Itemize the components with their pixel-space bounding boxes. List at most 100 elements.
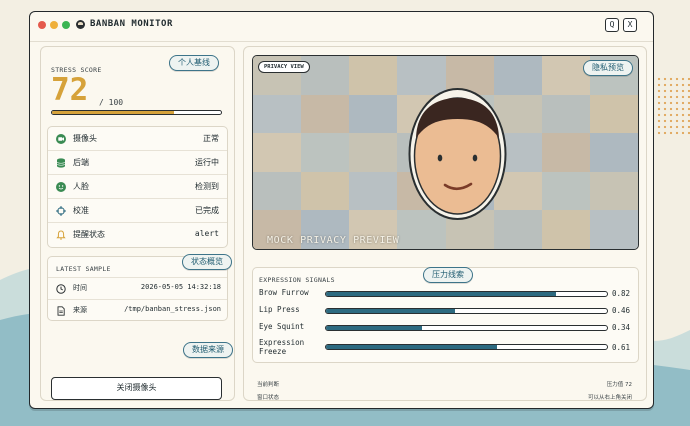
- sample-value: /tmp/banban_stress.json: [124, 305, 221, 313]
- sample-value: 2026-05-05 14:32:18: [140, 283, 221, 291]
- status-label: 提醒状态: [73, 230, 105, 239]
- status-row-alert: 提醒状态 alert: [48, 223, 227, 247]
- status-row-calibration: 校准 已完成: [48, 199, 227, 223]
- mosaic-tile: [301, 56, 350, 95]
- latest-sample-box: LATEST SAMPLE 状态概览 时间 2026-05-05 14:32:1…: [47, 254, 232, 321]
- expression-label: Brow Furrow: [259, 288, 309, 297]
- mosaic-tile: [301, 94, 350, 134]
- mosaic-tile: [301, 171, 350, 211]
- expression-row: Expression Freeze 0.61: [259, 338, 634, 360]
- expression-row: Lip Press 0.46: [259, 305, 634, 319]
- bell-icon: [56, 230, 66, 240]
- status-value: 检测到: [195, 182, 219, 191]
- app-logo-icon: [76, 20, 85, 29]
- status-row-face: 人脸 检测到: [48, 175, 227, 199]
- expression-value: 0.34: [611, 323, 630, 332]
- stress-score-max: / 100: [99, 98, 124, 107]
- stress-score-bar: [51, 110, 222, 115]
- mosaic-tile: [253, 171, 302, 211]
- crosshair-icon: [56, 206, 66, 216]
- personal-baseline-button[interactable]: 个人基线: [169, 55, 219, 71]
- expression-label: Eye Squint: [259, 322, 305, 331]
- expression-row: Brow Furrow 0.82: [259, 288, 634, 302]
- mosaic-tile: [349, 94, 398, 134]
- stress-score-fill: [52, 111, 174, 114]
- close-camera-button[interactable]: 关闭摄像头: [51, 377, 222, 400]
- expression-signals-title: EXPRESSION SIGNALS: [259, 276, 335, 284]
- pressure-clues-button[interactable]: 压力线索: [423, 267, 473, 283]
- mosaic-tile: [541, 210, 590, 249]
- expression-bar-fill: [326, 292, 557, 296]
- mosaic-tile: [301, 133, 350, 172]
- clock-icon: [56, 284, 66, 294]
- left-panel: STRESS SCORE 个人基线 72 / 100 摄像头 正常 后端 运行中…: [40, 46, 235, 401]
- mosaic-tile: [541, 94, 590, 134]
- status-row-backend: 后端 运行中: [48, 151, 227, 175]
- sample-row-source: 来源 /tmp/banban_stress.json: [48, 299, 227, 321]
- expression-bar: [325, 344, 608, 350]
- status-value: alert: [194, 229, 219, 238]
- mosaic-tile: [589, 94, 638, 134]
- privacy-preview: PRIVACY VIEW 隐私预览 MOCK PRIVACY PREVIEW: [252, 55, 639, 250]
- expression-bar: [325, 291, 608, 297]
- mosaic-tile: [589, 171, 638, 211]
- status-label: 人脸: [73, 182, 89, 191]
- expression-value: 0.46: [611, 306, 630, 315]
- current-judgement-label: 当前判断: [257, 382, 280, 388]
- sample-row-time: 时间 2026-05-05 14:32:18: [48, 277, 227, 299]
- close-hint-text: 可以从右上角关闭: [587, 395, 632, 401]
- sample-label: 来源: [73, 306, 87, 314]
- status-value: 运行中: [195, 158, 219, 167]
- expression-bar-fill: [326, 326, 422, 330]
- mosaic-tile: [253, 94, 302, 134]
- face-smile-icon: [56, 182, 66, 192]
- expression-value: 0.61: [611, 343, 630, 352]
- status-value: 正常: [203, 134, 219, 143]
- expression-bar-fill: [326, 345, 498, 349]
- app-window: BANBAN MONITOR Q X STRESS SCORE 个人基线 72 …: [29, 11, 654, 409]
- privacy-preview-button[interactable]: 隐私预览: [583, 60, 633, 76]
- preview-caption: MOCK PRIVACY PREVIEW: [267, 235, 400, 246]
- mosaic-tile: [589, 210, 638, 249]
- latest-sample-title: LATEST SAMPLE: [56, 265, 111, 273]
- status-label: 摄像头: [73, 134, 97, 143]
- zoom-traffic-light[interactable]: [62, 21, 70, 29]
- expression-signals-box: EXPRESSION SIGNALS 压力线索 Brow Furrow 0.82…: [252, 267, 639, 363]
- camera-icon: [56, 134, 66, 144]
- right-panel: PRIVACY VIEW 隐私预览 MOCK PRIVACY PREVIEW E…: [243, 46, 647, 401]
- pressure-value-text: 压力值 72: [606, 382, 632, 388]
- expression-label: Lip Press: [259, 305, 300, 314]
- data-source-button[interactable]: 数据来源: [183, 342, 233, 358]
- close-button[interactable]: X: [623, 18, 637, 32]
- expression-row: Eye Squint 0.34: [259, 322, 634, 336]
- expression-bar: [325, 325, 608, 331]
- expression-bar: [325, 308, 608, 314]
- expression-label: Expression Freeze: [259, 338, 305, 356]
- privacy-view-tag: PRIVACY VIEW: [258, 61, 310, 73]
- window-title: BANBAN MONITOR: [90, 19, 173, 29]
- status-value: 已完成: [195, 206, 219, 215]
- mosaic-tile: [253, 133, 302, 172]
- mosaic-tile: [349, 56, 398, 95]
- window-status-label: 窗口状态: [257, 395, 280, 401]
- mosaic-tile: [541, 56, 590, 95]
- close-traffic-light[interactable]: [38, 21, 46, 29]
- mock-face-illustration: [408, 88, 507, 220]
- status-label: 校准: [73, 206, 89, 215]
- status-list: 摄像头 正常 后端 运行中 人脸 检测到 校准 已完成 提醒状态 alert: [47, 126, 228, 248]
- mosaic-tile: [541, 133, 590, 172]
- minimize-traffic-light[interactable]: [50, 21, 58, 29]
- mosaic-tile: [589, 133, 638, 172]
- expression-bar-fill: [326, 309, 456, 313]
- mosaic-tile: [541, 171, 590, 211]
- database-icon: [56, 158, 66, 168]
- sample-label: 时间: [73, 284, 87, 292]
- quit-button[interactable]: Q: [605, 18, 619, 32]
- status-overview-button[interactable]: 状态概览: [182, 254, 232, 270]
- document-icon: [57, 306, 65, 316]
- stress-score-value: 72: [51, 72, 89, 108]
- status-row-camera: 摄像头 正常: [48, 127, 227, 151]
- expression-value: 0.82: [611, 289, 630, 298]
- mosaic-tile: [349, 171, 398, 211]
- status-label: 后端: [73, 158, 89, 167]
